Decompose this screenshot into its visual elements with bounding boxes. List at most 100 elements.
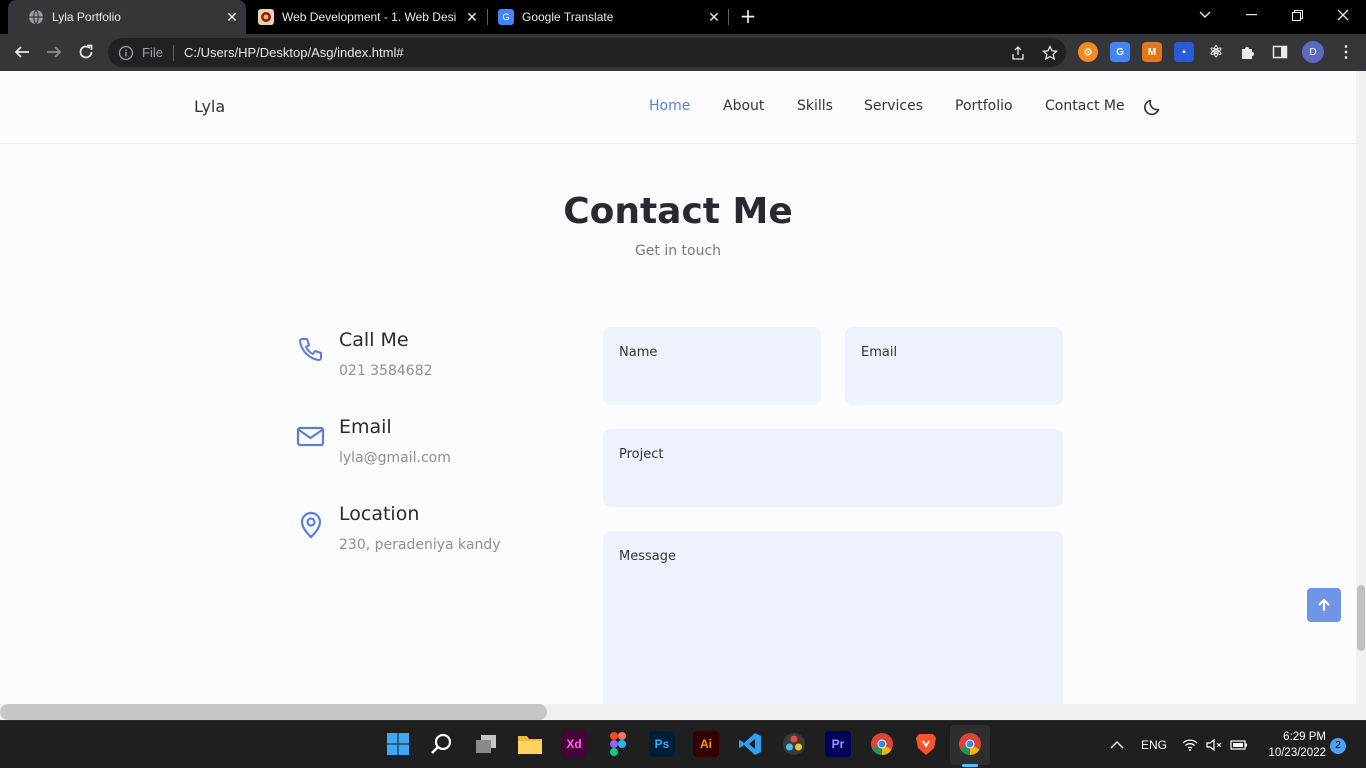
nav-portfolio[interactable]: Portfolio bbox=[955, 98, 1013, 114]
browser-toolbar: File C:/Users/HP/Desktop/Asg/index.html#… bbox=[0, 34, 1366, 71]
tab-google-translate[interactable]: G Google Translate ✕ bbox=[488, 0, 728, 34]
minimize-button[interactable] bbox=[1228, 0, 1274, 30]
globe-icon bbox=[28, 9, 44, 25]
windows-taskbar: Xd Ps Ai Pr ENG 6:29 PM 10/23/2022 2 bbox=[0, 720, 1366, 768]
phone-icon bbox=[296, 335, 326, 365]
clock-time: 6:29 PM bbox=[1283, 731, 1326, 743]
message-field-label: Message bbox=[619, 549, 676, 564]
davinci-resolve-icon[interactable] bbox=[781, 731, 807, 757]
tab-separator bbox=[728, 9, 729, 25]
extension-react-icon[interactable]: ⚛ bbox=[1206, 42, 1226, 62]
clock-date: 10/23/2022 bbox=[1268, 747, 1326, 759]
vertical-scrollbar[interactable] bbox=[1356, 71, 1366, 704]
extensions-puzzle-icon[interactable] bbox=[1238, 42, 1258, 62]
nav-services[interactable]: Services bbox=[864, 98, 923, 114]
clock[interactable]: 6:29 PM 10/23/2022 bbox=[1256, 729, 1326, 761]
brave-icon[interactable] bbox=[913, 731, 939, 757]
adobe-xd-icon[interactable]: Xd bbox=[561, 731, 587, 757]
scrollbar-thumb[interactable] bbox=[1357, 585, 1365, 651]
language-indicator[interactable]: ENG bbox=[1141, 721, 1167, 768]
search-icon[interactable] bbox=[429, 731, 455, 757]
notification-badge[interactable]: 2 bbox=[1330, 738, 1346, 754]
figma-icon[interactable] bbox=[605, 731, 631, 757]
restore-button[interactable] bbox=[1274, 0, 1320, 30]
running-indicator bbox=[962, 764, 978, 767]
page-viewport: Lyla Home About Skills Services Portfoli… bbox=[0, 71, 1356, 704]
tab-lyla-portfolio[interactable]: Lyla Portfolio ✕ bbox=[8, 0, 246, 34]
contact-info-heading: Call Me bbox=[339, 329, 409, 351]
contact-info-location: Location 230, peradeniya kandy bbox=[296, 503, 556, 563]
task-view-icon[interactable] bbox=[473, 731, 499, 757]
nav-contact-me[interactable]: Contact Me bbox=[1045, 98, 1125, 114]
moon-icon[interactable] bbox=[1143, 97, 1163, 117]
close-tab-icon[interactable]: ✕ bbox=[224, 9, 240, 25]
photoshop-icon[interactable]: Ps bbox=[649, 731, 675, 757]
map-pin-icon bbox=[296, 509, 326, 539]
premiere-pro-icon[interactable]: Pr bbox=[825, 731, 851, 757]
battery-icon[interactable] bbox=[1230, 721, 1248, 768]
browser-tab-strip: Lyla Portfolio ✕ Web Development - 1. We… bbox=[0, 0, 1366, 34]
site-logo[interactable]: Lyla bbox=[194, 97, 225, 116]
share-icon[interactable] bbox=[1002, 41, 1034, 65]
tab-web-development[interactable]: Web Development - 1. Web Desi ✕ bbox=[246, 0, 486, 34]
extension-rss-icon[interactable]: ⊙ bbox=[1078, 42, 1098, 62]
tab-title: Web Development - 1. Web Desi bbox=[282, 10, 457, 24]
nav-skills[interactable]: Skills bbox=[797, 98, 833, 114]
wifi-icon[interactable] bbox=[1182, 721, 1198, 768]
section-title: Contact Me bbox=[563, 191, 793, 232]
project-field[interactable]: Project bbox=[603, 429, 1063, 507]
contact-info-heading: Location bbox=[339, 503, 420, 525]
forward-button[interactable] bbox=[42, 40, 66, 64]
scrollbar-thumb[interactable] bbox=[0, 704, 547, 720]
reload-button[interactable] bbox=[74, 40, 98, 64]
name-field[interactable]: Name bbox=[603, 327, 821, 405]
side-panel-icon[interactable] bbox=[1270, 42, 1290, 62]
email-field[interactable]: Email bbox=[845, 327, 1063, 405]
chevron-up-icon[interactable] bbox=[1110, 721, 1124, 768]
contact-info-call: Call Me 021 3584682 bbox=[296, 329, 556, 389]
close-tab-icon[interactable]: ✕ bbox=[464, 9, 480, 25]
tab-title: Lyla Portfolio bbox=[52, 10, 121, 24]
contact-info-value: lyla@gmail.com bbox=[339, 450, 451, 466]
message-field[interactable]: Message bbox=[603, 531, 1063, 704]
university-logo-icon bbox=[258, 9, 274, 25]
extension-google-translate-icon[interactable]: G bbox=[1110, 42, 1130, 62]
new-tab-button[interactable]: + bbox=[738, 6, 758, 26]
contact-info-value: 021 3584682 bbox=[339, 363, 433, 379]
url-text[interactable]: C:/Users/HP/Desktop/Asg/index.html# bbox=[184, 45, 1002, 60]
info-icon[interactable] bbox=[118, 45, 134, 61]
scheme-label: File bbox=[142, 45, 163, 60]
contact-info-value: 230, peradeniya kandy bbox=[339, 537, 501, 553]
chrome-active-icon[interactable] bbox=[957, 731, 983, 757]
illustrator-icon[interactable]: Ai bbox=[693, 731, 719, 757]
mail-icon bbox=[296, 422, 326, 452]
email-field-label: Email bbox=[861, 345, 898, 360]
horizontal-scrollbar[interactable] bbox=[0, 704, 1366, 720]
project-field-label: Project bbox=[619, 447, 664, 462]
nav-home[interactable]: Home bbox=[649, 98, 690, 114]
google-translate-icon: G bbox=[498, 9, 514, 25]
tab-search-icon[interactable] bbox=[1182, 0, 1228, 30]
nav-about[interactable]: About bbox=[723, 98, 764, 114]
arrow-up-icon bbox=[1318, 598, 1330, 611]
volume-muted-icon[interactable] bbox=[1206, 721, 1224, 768]
contact-info-email: Email lyla@gmail.com bbox=[296, 416, 556, 476]
site-header: Lyla Home About Skills Services Portfoli… bbox=[0, 71, 1356, 144]
extension-metamask-icon[interactable]: M bbox=[1142, 42, 1162, 62]
chrome-icon[interactable] bbox=[869, 731, 895, 757]
address-bar[interactable]: File C:/Users/HP/Desktop/Asg/index.html# bbox=[108, 38, 1066, 67]
bookmark-star-icon[interactable] bbox=[1034, 41, 1066, 65]
contact-info-heading: Email bbox=[339, 416, 392, 438]
close-tab-icon[interactable]: ✕ bbox=[706, 9, 722, 25]
extension-shield-icon[interactable]: ▪ bbox=[1174, 42, 1194, 62]
windows-start-icon[interactable] bbox=[385, 731, 411, 757]
chrome-menu-icon[interactable]: ⋮ bbox=[1336, 42, 1356, 62]
vscode-icon[interactable] bbox=[737, 731, 763, 757]
omnibox-divider bbox=[172, 44, 174, 61]
section-subtitle: Get in touch bbox=[634, 243, 722, 259]
scroll-to-top-button[interactable] bbox=[1307, 588, 1341, 622]
close-window-button[interactable] bbox=[1320, 0, 1366, 30]
back-button[interactable] bbox=[10, 40, 34, 64]
profile-avatar[interactable]: D bbox=[1302, 41, 1324, 63]
file-explorer-icon[interactable] bbox=[517, 731, 543, 757]
